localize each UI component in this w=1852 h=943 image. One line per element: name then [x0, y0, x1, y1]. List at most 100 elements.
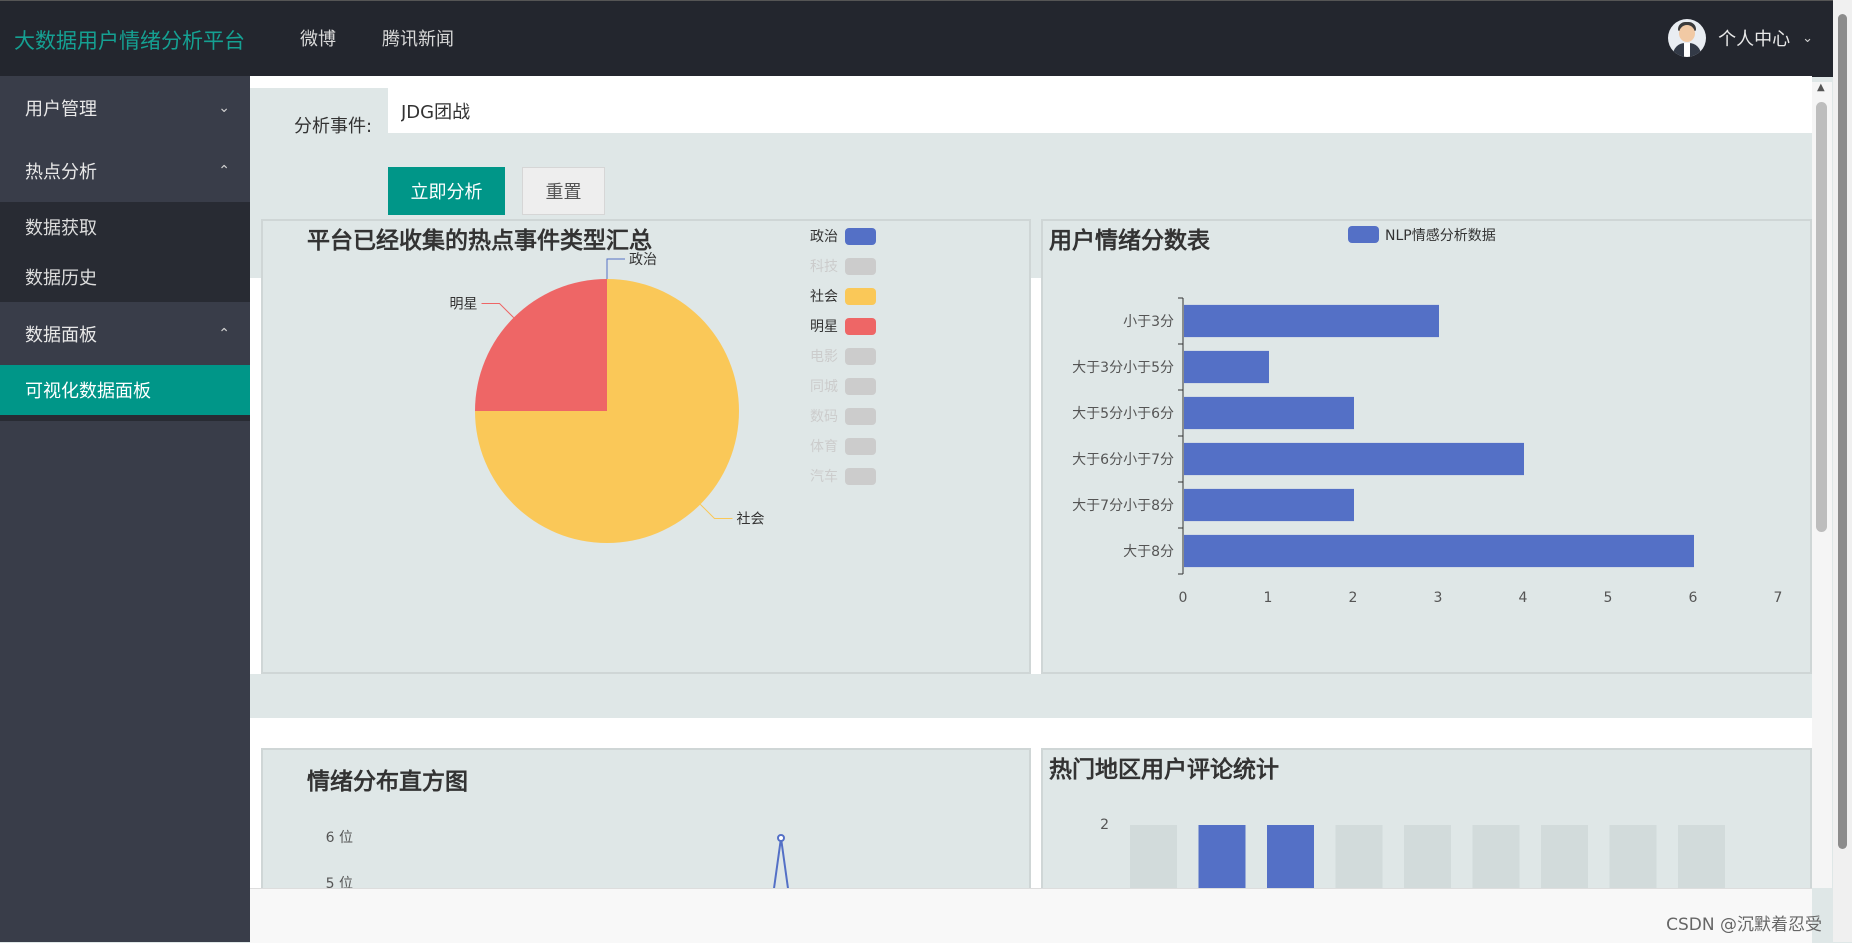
chevron-down-icon[interactable]: ⌄ — [1802, 31, 1813, 46]
x-tick-label: 1 — [1264, 590, 1273, 606]
sidebar-group-label: 热点分析 — [25, 161, 97, 183]
legend-label: 体育 — [810, 439, 838, 455]
sidebar-group-label: 数据面板 — [25, 324, 97, 346]
window-scrollbar[interactable] — [1833, 0, 1852, 942]
pie-label: 明星 — [450, 297, 478, 313]
legend-swatch — [845, 348, 876, 365]
sidebar-submenu: 可视化数据面板 — [0, 365, 250, 421]
bottom-bar — [250, 888, 1812, 943]
y-tick-label: 5 位 — [326, 876, 353, 888]
bar — [1609, 825, 1657, 888]
chevron-up-icon: ⌃ — [218, 162, 230, 179]
y-tick-label: 大于3分小于5分 — [1072, 360, 1174, 376]
window-scroll-thumb[interactable] — [1838, 14, 1847, 849]
pie-label-line — [699, 503, 733, 519]
x-tick-label: 5 — [1604, 590, 1613, 606]
pie-label-line — [606, 258, 625, 279]
x-tick-label: 2 — [1349, 590, 1358, 606]
pie-label: 政治 — [629, 252, 657, 268]
bar — [1184, 304, 1439, 338]
bar — [1267, 825, 1314, 888]
app-logo[interactable]: 大数据用户情绪分析平台 — [14, 25, 245, 55]
x-tick-label: 3 — [1434, 590, 1443, 606]
sidebar-group-data-panel[interactable]: 数据面板 ⌃ — [0, 302, 250, 365]
top-nav: 微博 腾讯新闻 — [300, 25, 454, 51]
nav-weibo[interactable]: 微博 — [300, 25, 336, 51]
legend-swatch — [845, 468, 876, 485]
data-point — [777, 834, 785, 842]
bar — [1404, 825, 1451, 888]
y-tick-label: 2 — [1100, 817, 1109, 833]
legend-swatch — [845, 258, 876, 275]
legend-label: 同城 — [810, 379, 838, 395]
legend-label: 科技 — [810, 259, 838, 275]
region-comment-panel: 热门地区用户评论统计 21.5 — [1041, 748, 1812, 888]
legend-swatch — [845, 408, 876, 425]
y-tick-label: 大于5分小于6分 — [1072, 406, 1174, 422]
sidebar-item-data-history[interactable]: 数据历史 — [0, 252, 250, 302]
bar — [1130, 825, 1177, 888]
sidebar-item-visual-dashboard[interactable]: 可视化数据面板 — [0, 365, 250, 421]
series-line — [773, 837, 789, 888]
bar — [1184, 350, 1269, 384]
emotion-line-chart: 6 位 5 位 — [326, 830, 789, 888]
analyze-button[interactable]: 立即分析 — [388, 167, 505, 215]
scroll-thumb[interactable] — [1816, 102, 1827, 532]
bar — [1184, 442, 1524, 476]
legend-swatch — [845, 228, 876, 245]
sidebar-item-data-fetch[interactable]: 数据获取 — [0, 202, 250, 252]
legend-label: 汽车 — [810, 468, 838, 485]
y-tick-label: 小于3分 — [1123, 314, 1174, 330]
legend-swatch — [845, 288, 876, 305]
pie-label: 社会 — [736, 511, 764, 527]
divider — [250, 718, 1812, 721]
score-bar-chart: NLP情感分析数据小于3分大于3分小于5分大于5分小于6分大于6分小于7分大于7… — [1072, 226, 1783, 606]
pie-chart-panel: 平台已经收集的热点事件类型汇总 政治 社会 明星 政治 科技 社会 明星 电影 同城 数码 体育 汽车 — [261, 219, 1031, 674]
user-menu[interactable]: 个人中心 ⌄ — [1668, 19, 1813, 57]
bar — [1472, 825, 1520, 888]
watermark: CSDN @沉默着忍受 — [1666, 915, 1822, 935]
reset-button[interactable]: 重置 — [522, 167, 605, 215]
bar — [1678, 825, 1725, 888]
content-scrollbar[interactable]: ▲ — [1812, 82, 1832, 888]
bar — [1184, 488, 1354, 522]
chevron-up-icon: ⌃ — [218, 325, 230, 342]
sidebar: 用户管理 ⌄ 热点分析 ⌃ 数据获取 数据历史 数据面板 ⌃ 可视化数据面板 — [0, 76, 250, 942]
event-input[interactable] — [388, 88, 1812, 133]
avatar[interactable] — [1668, 19, 1707, 57]
pie-chart: 政治社会明星政治科技社会明星电影同城数码体育汽车 — [450, 228, 876, 543]
sidebar-submenu: 数据获取 数据历史 — [0, 202, 250, 302]
region-bar-chart: 21.5 — [1100, 817, 1725, 888]
panel-gap — [250, 674, 1812, 720]
legend-label: 电影 — [810, 349, 838, 365]
y-tick-label: 大于8分 — [1123, 544, 1174, 560]
sidebar-group-user-management[interactable]: 用户管理 ⌄ — [0, 76, 250, 139]
legend-swatch — [845, 438, 876, 455]
legend-swatch — [845, 378, 876, 395]
x-tick-label: 7 — [1774, 590, 1783, 606]
x-tick-label: 4 — [1519, 590, 1528, 606]
main-content: 分析事件: 立即分析 重置 平台已经收集的热点事件类型汇总 政治社会明星政治科技… — [250, 76, 1812, 888]
y-tick-label: 大于6分小于7分 — [1072, 452, 1174, 468]
scroll-up-icon[interactable]: ▲ — [1817, 82, 1825, 93]
score-bar-chart-panel: 用户情绪分数表 NLP情感分析数据 小于3分 大于3分小于5分 大于5分小于6分 大于6… — [1041, 219, 1812, 674]
sidebar-group-hotspot-analysis[interactable]: 热点分析 ⌃ — [0, 139, 250, 202]
legend-label: 明星 — [810, 319, 838, 335]
bar — [1541, 825, 1588, 888]
legend-label: 政治 — [810, 229, 838, 245]
nav-tencent-news[interactable]: 腾讯新闻 — [382, 25, 454, 51]
legend-label: 数码 — [810, 409, 838, 425]
pie-slice-明星 — [475, 279, 607, 411]
pie-label-line — [481, 303, 515, 319]
bar — [1184, 396, 1354, 430]
top-header: 大数据用户情绪分析平台 微博 腾讯新闻 个人中心 ⌄ — [0, 0, 1833, 77]
chevron-down-icon: ⌄ — [218, 99, 230, 116]
legend-label: NLP情感分析数据 — [1385, 227, 1496, 244]
x-tick-label: 0 — [1179, 590, 1188, 606]
user-center-label[interactable]: 个人中心 — [1718, 25, 1790, 51]
legend-label: 社会 — [810, 289, 838, 305]
x-tick-label: 6 — [1689, 590, 1698, 606]
legend-swatch — [845, 318, 876, 335]
y-tick-label: 大于7分小于8分 — [1072, 498, 1174, 514]
bar — [1184, 534, 1694, 568]
